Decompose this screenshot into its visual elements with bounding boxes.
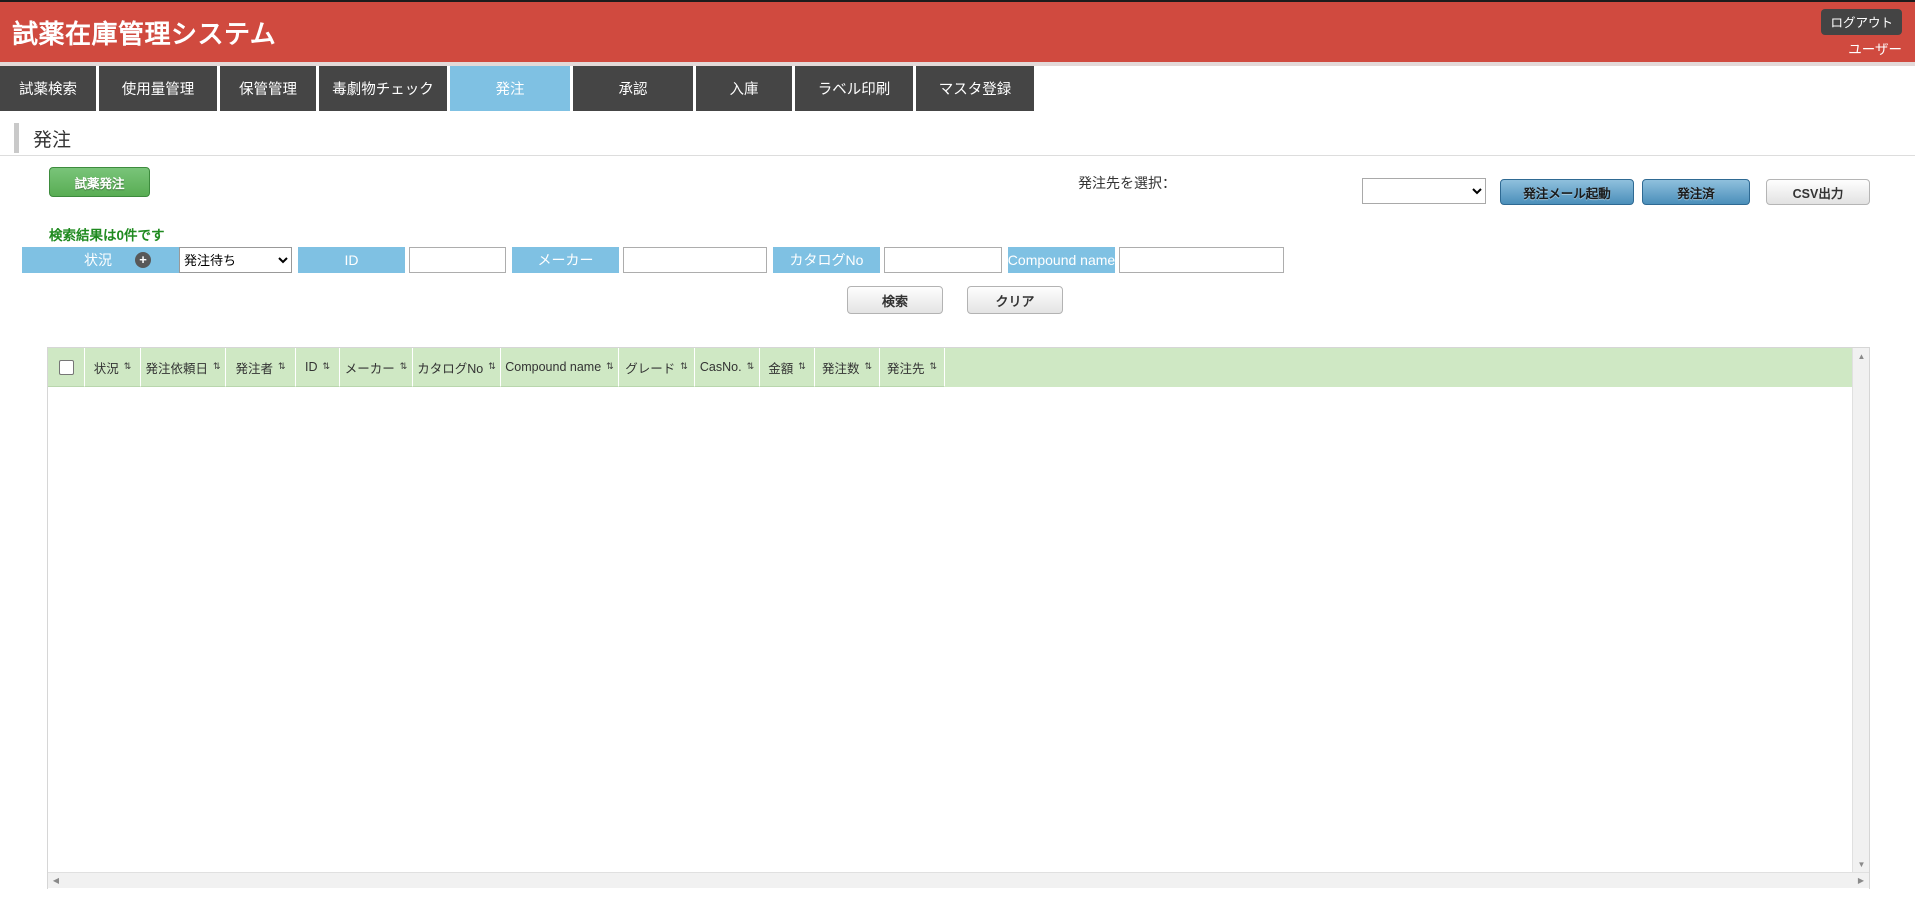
search-filter-row: 状況 + 発注待ち ID メーカー カタログNo Compound name bbox=[22, 247, 1284, 273]
tab-label: 毒劇物チェック bbox=[332, 82, 434, 98]
column-header-label: ID bbox=[304, 360, 318, 374]
column-header-8[interactable]: CasNo. ⇅ bbox=[695, 348, 760, 387]
column-header-0[interactable]: 状況 ⇅ bbox=[85, 348, 141, 387]
app-title: 試薬在庫管理システム bbox=[12, 19, 277, 49]
page-title-area: 発注 bbox=[0, 121, 1915, 155]
filter-label-status: 状況 + bbox=[22, 247, 179, 273]
column-header-label: 発注依頼日 bbox=[145, 361, 208, 376]
result-count-text: 検索結果は0件です bbox=[49, 228, 165, 243]
column-header-label: カタログNo bbox=[417, 361, 484, 376]
filter-status-select[interactable]: 発注待ち bbox=[179, 247, 292, 273]
sort-toggle-icon[interactable]: ⇅ bbox=[680, 361, 688, 371]
tab-2[interactable]: 保管管理 bbox=[220, 66, 316, 111]
user-label: ユーザー bbox=[1848, 42, 1902, 57]
clear-button[interactable]: クリア bbox=[967, 286, 1063, 314]
sort-toggle-icon[interactable]: ⇅ bbox=[278, 361, 286, 371]
tab-5[interactable]: 承認 bbox=[573, 66, 693, 111]
column-header-label: 発注先 bbox=[886, 361, 925, 376]
column-header-label: 発注数 bbox=[821, 361, 860, 376]
filter-input-2[interactable] bbox=[884, 247, 1002, 273]
reagent-order-button[interactable]: 試薬発注 bbox=[49, 167, 150, 197]
tab-8[interactable]: マスタ登録 bbox=[916, 66, 1034, 111]
select-all-checkbox[interactable] bbox=[58, 359, 74, 375]
scroll-up-arrow-icon[interactable]: ▲ bbox=[1853, 348, 1870, 365]
column-header-label: 金額 bbox=[768, 361, 794, 376]
tab-label: 使用量管理 bbox=[121, 82, 195, 98]
column-header-label: Compound name bbox=[505, 360, 602, 374]
sort-toggle-icon[interactable]: ⇅ bbox=[747, 361, 755, 371]
filter-input-3[interactable] bbox=[1119, 247, 1284, 273]
order-mail-launch-button[interactable]: 発注メール起動 bbox=[1500, 179, 1634, 205]
sort-toggle-icon[interactable]: ⇅ bbox=[798, 361, 806, 371]
filter-label-2: カタログNo bbox=[773, 247, 880, 273]
column-header-label: 発注者 bbox=[235, 361, 273, 376]
column-header-label: グレード bbox=[625, 361, 676, 376]
csv-export-button[interactable]: CSV出力 bbox=[1766, 179, 1870, 205]
column-header-4[interactable]: メーカー ⇅ bbox=[340, 348, 413, 387]
column-header-1[interactable]: 発注依頼日 ⇅ bbox=[141, 348, 226, 387]
horizontal-scrollbar[interactable]: ◀ ▶ bbox=[48, 872, 1869, 888]
sort-toggle-icon[interactable]: ⇅ bbox=[400, 361, 408, 371]
filter-label-1: メーカー bbox=[512, 247, 619, 273]
sort-toggle-icon[interactable]: ⇅ bbox=[488, 361, 496, 371]
scroll-down-arrow-icon[interactable]: ▼ bbox=[1853, 856, 1870, 873]
tab-6[interactable]: 入庫 bbox=[696, 66, 792, 111]
filter-label-3: Compound name bbox=[1008, 247, 1115, 273]
results-table-body bbox=[48, 387, 1869, 890]
add-filter-plus-icon[interactable]: + bbox=[135, 252, 151, 268]
column-header-3[interactable]: ID ⇅ bbox=[296, 348, 340, 387]
app-header: 試薬在庫管理システム ログアウト ユーザー bbox=[0, 0, 1915, 62]
column-header-6[interactable]: Compound name ⇅ bbox=[501, 348, 619, 387]
tab-label: 承認 bbox=[618, 82, 648, 98]
tab-3[interactable]: 毒劇物チェック bbox=[319, 66, 447, 111]
filter-input-0[interactable] bbox=[409, 247, 506, 273]
tab-label: 試薬検索 bbox=[19, 82, 77, 98]
column-header-5[interactable]: カタログNo ⇅ bbox=[413, 348, 501, 387]
scroll-right-arrow-icon[interactable]: ▶ bbox=[1853, 873, 1869, 889]
search-actions: 検索 クリア bbox=[847, 286, 1063, 314]
tab-label: マスタ登録 bbox=[938, 82, 1012, 98]
tab-0[interactable]: 試薬検索 bbox=[0, 66, 96, 111]
select-all-header-cell bbox=[48, 348, 85, 387]
logout-button[interactable]: ログアウト bbox=[1821, 9, 1902, 35]
order-destination-label: 発注先を選択： bbox=[1078, 175, 1176, 191]
results-table-panel: 状況 ⇅ 発注依頼日 ⇅ 発注者 ⇅ ID ⇅ メーカー ⇅ カタログNo ⇅ Compound nam… bbox=[47, 347, 1870, 890]
vertical-scrollbar[interactable]: ▲ ▼ bbox=[1852, 348, 1869, 873]
sort-toggle-icon[interactable]: ⇅ bbox=[322, 361, 330, 371]
sort-toggle-icon[interactable]: ⇅ bbox=[929, 361, 937, 371]
tab-7[interactable]: ラベル印刷 bbox=[795, 66, 913, 111]
page-title: 発注 bbox=[33, 129, 72, 151]
tab-1[interactable]: 使用量管理 bbox=[99, 66, 217, 111]
order-destination-select[interactable] bbox=[1362, 178, 1486, 204]
column-header-9[interactable]: 金額 ⇅ bbox=[760, 348, 815, 387]
tab-label: ラベル印刷 bbox=[817, 82, 891, 98]
tab-label: 発注 bbox=[495, 82, 525, 98]
search-button[interactable]: 検索 bbox=[847, 286, 943, 314]
filter-label-0: ID bbox=[298, 247, 405, 273]
column-header-label: CasNo. bbox=[699, 360, 742, 374]
sort-toggle-icon[interactable]: ⇅ bbox=[606, 361, 614, 371]
tab-4[interactable]: 発注 bbox=[450, 66, 570, 111]
main-navigation-tabs: 試薬検索 使用量管理 保管管理 毒劇物チェック 発注 承認 入庫 ラベル印刷 マスタ登録 bbox=[0, 66, 1915, 111]
title-divider bbox=[0, 155, 1915, 156]
filter-input-1[interactable] bbox=[623, 247, 767, 273]
column-header-2[interactable]: 発注者 ⇅ bbox=[226, 348, 296, 387]
column-header-label: メーカー bbox=[344, 361, 395, 376]
filter-status-text: 状況 bbox=[84, 252, 112, 268]
column-header-label: 状況 bbox=[93, 361, 119, 376]
ordered-button[interactable]: 発注済 bbox=[1642, 179, 1750, 205]
sort-toggle-icon[interactable]: ⇅ bbox=[864, 361, 872, 371]
column-header-7[interactable]: グレード ⇅ bbox=[619, 348, 695, 387]
scroll-left-arrow-icon[interactable]: ◀ bbox=[48, 873, 64, 889]
results-table-header: 状況 ⇅ 発注依頼日 ⇅ 発注者 ⇅ ID ⇅ メーカー ⇅ カタログNo ⇅ Compound nam… bbox=[48, 348, 1869, 387]
sort-toggle-icon[interactable]: ⇅ bbox=[213, 361, 221, 371]
column-header-11[interactable]: 発注先 ⇅ bbox=[880, 348, 945, 387]
tab-label: 保管管理 bbox=[239, 82, 297, 98]
title-accent-bar bbox=[14, 123, 19, 153]
sort-toggle-icon[interactable]: ⇅ bbox=[124, 361, 132, 371]
tab-label: 入庫 bbox=[729, 82, 759, 98]
column-header-10[interactable]: 発注数 ⇅ bbox=[815, 348, 880, 387]
